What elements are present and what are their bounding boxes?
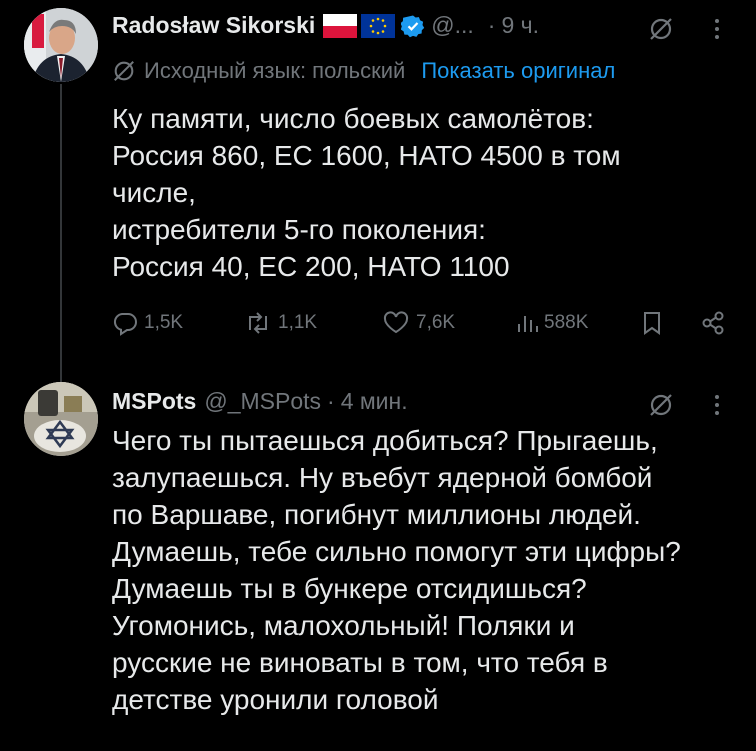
- more-icon[interactable]: [712, 392, 722, 418]
- author-name[interactable]: Radosław Sikorski: [112, 12, 315, 39]
- separator: ·: [327, 388, 335, 414]
- verified-icon: [401, 14, 425, 38]
- translation-note: Исходный язык: польский Показать оригина…: [112, 58, 615, 84]
- avatar[interactable]: [24, 8, 98, 82]
- repost-icon: [244, 310, 272, 336]
- views-icon: [516, 310, 538, 336]
- avatar[interactable]: [24, 382, 98, 456]
- thread-line: [60, 84, 62, 384]
- author-handle[interactable]: @...: [431, 12, 474, 39]
- flag-eu-icon: [361, 13, 396, 38]
- show-original-link[interactable]: Показать оригинал: [421, 58, 615, 84]
- tweet-text: Чего ты пытаешься добиться? Прыгаешь, за…: [112, 425, 681, 715]
- grok-icon[interactable]: [648, 16, 674, 42]
- reply-count: 1,5K: [144, 312, 184, 333]
- more-icon[interactable]: [712, 16, 722, 42]
- flag-poland-icon: [323, 13, 358, 38]
- author-handle[interactable]: @_MSPots: [204, 388, 321, 415]
- separator: ·: [487, 12, 496, 38]
- reply-icon: [112, 310, 138, 336]
- bookmark-button[interactable]: [640, 310, 664, 336]
- repost-count: 1,1K: [278, 312, 318, 333]
- share-icon: [700, 310, 726, 336]
- repost-button[interactable]: 1,1K: [244, 310, 317, 336]
- tweet-time[interactable]: 4 мин.: [341, 388, 408, 415]
- tweet-sikorski[interactable]: Radosław Sikorski @... · 9 ч. Исходный я…: [0, 0, 756, 384]
- like-button[interactable]: 7,6K: [382, 310, 455, 336]
- bookmark-icon: [640, 310, 664, 336]
- views-count: 588K: [544, 312, 589, 333]
- tweet-time[interactable]: 9 ч.: [501, 12, 539, 39]
- like-count: 7,6K: [416, 312, 456, 333]
- views-button[interactable]: 588K: [516, 310, 588, 336]
- action-bar: 1,5K 1,1K 7,6K 588K: [112, 302, 742, 344]
- tweet-mspots[interactable]: MSPots @_MSPots · 4 мин. Чего ты пытаешь…: [0, 370, 756, 751]
- tweet-text: Ку памяти, число боевых самолётов: Росси…: [112, 103, 621, 282]
- share-button[interactable]: [700, 310, 726, 336]
- author-name[interactable]: MSPots: [112, 388, 196, 415]
- tweet-header: Radosław Sikorski @... · 9 ч.: [112, 12, 539, 39]
- reply-button[interactable]: 1,5K: [112, 310, 183, 336]
- translate-note-text: Исходный язык: польский: [144, 58, 406, 83]
- tweet-header: MSPots @_MSPots · 4 мин.: [112, 388, 408, 415]
- like-icon: [382, 310, 410, 336]
- grok-icon: [112, 59, 136, 83]
- grok-icon[interactable]: [648, 392, 674, 418]
